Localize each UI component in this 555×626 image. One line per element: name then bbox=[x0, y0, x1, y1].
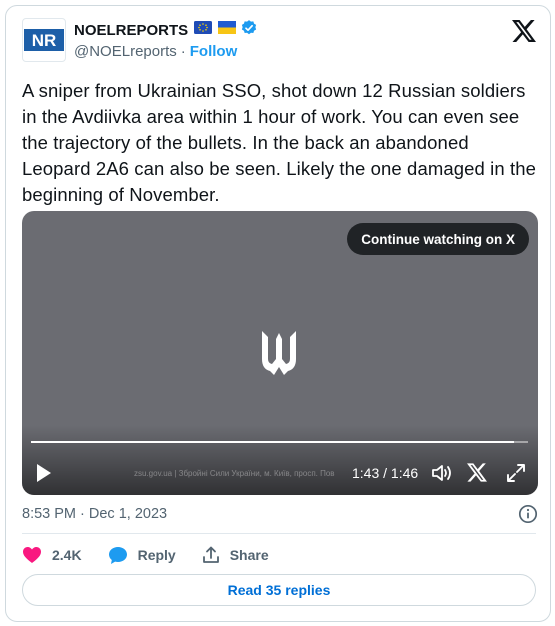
ukraine-flag-icon bbox=[218, 21, 237, 39]
x-logo-icon[interactable] bbox=[512, 20, 536, 47]
author-handle-row: @NOELreports · Follow bbox=[74, 43, 237, 60]
video-player[interactable]: Continue watching on X zsu.gov.ua | Збро… bbox=[22, 211, 538, 495]
share-button[interactable]: Share bbox=[202, 546, 269, 564]
heart-icon bbox=[23, 547, 41, 563]
info-icon[interactable] bbox=[518, 504, 538, 529]
tweet-card: NR NOELREPORTS @NOELreports · Follow A s… bbox=[5, 5, 551, 622]
video-time: 1:43 / 1:46 bbox=[352, 465, 419, 481]
volume-icon[interactable] bbox=[431, 463, 453, 488]
author-handle[interactable]: @NOELreports bbox=[74, 43, 177, 60]
tweet-actions: 2.4K Reply Share bbox=[22, 544, 295, 566]
continue-watching-button[interactable]: Continue watching on X bbox=[347, 223, 529, 255]
reply-button[interactable]: Reply bbox=[108, 546, 176, 565]
video-watermark: zsu.gov.ua | Збройні Сили України, м. Ки… bbox=[134, 469, 335, 478]
play-icon[interactable] bbox=[35, 463, 53, 488]
reply-bubble-icon bbox=[108, 546, 127, 564]
avatar[interactable]: NR bbox=[22, 18, 66, 62]
share-icon bbox=[202, 546, 219, 563]
tweet-text: A sniper from Ukrainian SSO, shot down 1… bbox=[22, 80, 536, 205]
divider bbox=[22, 533, 536, 534]
eu-flag-icon bbox=[194, 21, 213, 39]
tryzub-icon bbox=[260, 329, 298, 382]
video-progress-fill bbox=[31, 441, 515, 443]
verified-badge-icon bbox=[240, 19, 258, 42]
read-replies-button[interactable]: Read 35 replies bbox=[22, 574, 536, 606]
author-name-row: NOELREPORTS bbox=[74, 19, 258, 42]
follow-button[interactable]: Follow bbox=[190, 43, 238, 60]
tweet-timestamp[interactable]: 8:53 PM · Dec 1, 2023 bbox=[22, 506, 167, 522]
share-label: Share bbox=[229, 547, 269, 563]
video-controls-shade bbox=[22, 425, 538, 495]
video-x-logo-icon[interactable] bbox=[467, 463, 487, 487]
author-name[interactable]: NOELREPORTS bbox=[74, 22, 188, 39]
video-progress-bar[interactable] bbox=[31, 441, 528, 443]
like-count: 2.4K bbox=[52, 547, 82, 563]
like-button[interactable]: 2.4K bbox=[22, 546, 82, 564]
svg-text:NR: NR bbox=[32, 31, 57, 50]
nr-logo-icon: NR bbox=[24, 29, 64, 51]
reply-label: Reply bbox=[137, 547, 176, 563]
separator-dot: · bbox=[180, 43, 186, 60]
fullscreen-icon[interactable] bbox=[506, 463, 526, 488]
